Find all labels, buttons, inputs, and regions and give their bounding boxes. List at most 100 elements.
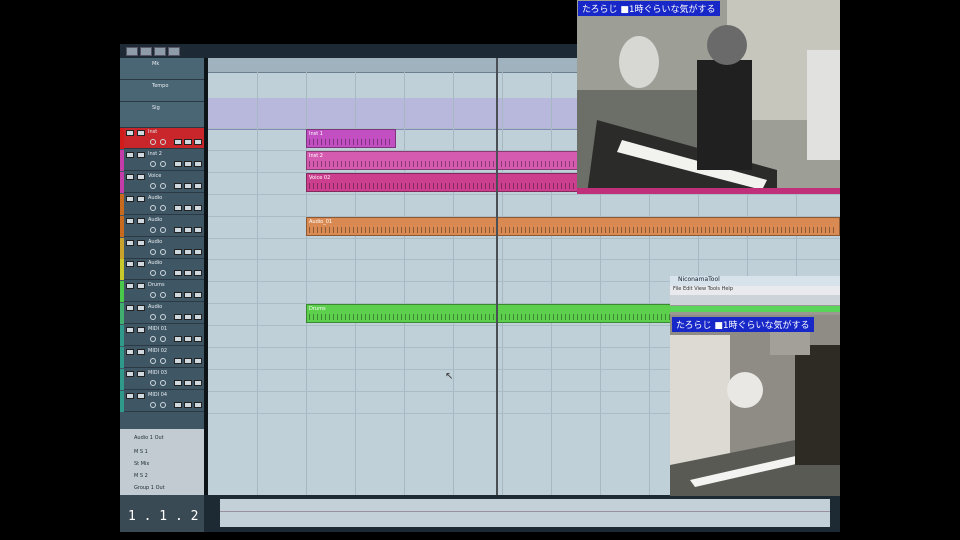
track-option-button[interactable]	[174, 160, 182, 167]
knob-icon[interactable]	[150, 401, 156, 408]
knob-icon[interactable]	[150, 160, 156, 167]
mixer-item[interactable]: St Mix	[134, 461, 149, 467]
track-option-button[interactable]	[174, 314, 182, 321]
mixer-item[interactable]: M S 2	[134, 473, 148, 479]
track-header[interactable]: MIDI 03	[120, 368, 204, 390]
track-header[interactable]: Audio	[120, 303, 204, 325]
track-option-button[interactable]	[174, 379, 182, 386]
knob-icon[interactable]	[160, 226, 166, 233]
track-name[interactable]: Audio	[148, 217, 200, 223]
track-option-button[interactable]	[174, 139, 182, 145]
solo-button[interactable]	[137, 130, 145, 136]
knob-icon[interactable]	[160, 401, 166, 408]
knob-icon[interactable]	[150, 182, 156, 189]
track-option-button[interactable]	[194, 160, 202, 167]
track-name[interactable]: Drums	[148, 282, 200, 288]
track-header[interactable]: Audio	[120, 193, 204, 215]
solo-button[interactable]	[137, 370, 145, 377]
toolbar-button[interactable]	[154, 47, 166, 56]
knob-icon[interactable]	[160, 314, 166, 321]
mute-button[interactable]	[126, 349, 134, 355]
track-name[interactable]: Voice	[148, 173, 200, 179]
mixer-item[interactable]: Group 1 Out	[134, 485, 165, 491]
solo-button[interactable]	[137, 327, 145, 334]
solo-button[interactable]	[137, 173, 145, 180]
knob-icon[interactable]	[150, 336, 156, 343]
solo-button[interactable]	[137, 392, 145, 399]
track-header[interactable]: Voice	[120, 171, 204, 193]
mute-button[interactable]	[126, 239, 134, 246]
track-option-button[interactable]	[184, 160, 192, 167]
track-option-button[interactable]	[184, 204, 192, 211]
knob-icon[interactable]	[150, 248, 156, 255]
mute-button[interactable]	[126, 151, 134, 158]
knob-icon[interactable]	[160, 182, 166, 189]
track-option-button[interactable]	[184, 314, 192, 321]
knob-icon[interactable]	[150, 139, 156, 145]
track-option-button[interactable]	[194, 336, 202, 343]
mute-button[interactable]	[126, 261, 134, 268]
knob-icon[interactable]	[150, 314, 156, 321]
mute-button[interactable]	[126, 327, 134, 334]
track-option-button[interactable]	[184, 139, 192, 145]
track-name[interactable]: MIDI 04	[148, 392, 200, 398]
track-option-button[interactable]	[174, 204, 182, 211]
track-option-button[interactable]	[194, 401, 202, 408]
knob-icon[interactable]	[160, 160, 166, 167]
solo-button[interactable]	[137, 261, 145, 268]
track-name[interactable]: Audio	[148, 195, 200, 201]
track-header[interactable]: Audio	[120, 215, 204, 237]
track-header[interactable]: Drums	[120, 281, 204, 303]
solo-button[interactable]	[137, 195, 145, 202]
track-option-button[interactable]	[184, 292, 192, 299]
track-name[interactable]: Audio	[148, 239, 200, 245]
knob-icon[interactable]	[160, 358, 166, 364]
knob-icon[interactable]	[160, 248, 166, 255]
track-option-button[interactable]	[194, 379, 202, 386]
knob-icon[interactable]	[160, 204, 166, 211]
toolbar-button[interactable]	[140, 47, 152, 56]
mute-button[interactable]	[126, 370, 134, 377]
track-option-button[interactable]	[184, 401, 192, 408]
mute-button[interactable]	[126, 392, 134, 399]
track-option-button[interactable]	[194, 182, 202, 189]
track-option-button[interactable]	[194, 248, 202, 255]
solo-button[interactable]	[137, 217, 145, 224]
track-option-button[interactable]	[194, 139, 202, 145]
toolbar-button[interactable]	[126, 47, 138, 56]
solo-button[interactable]	[137, 349, 145, 355]
overview-strip[interactable]	[220, 499, 830, 527]
knob-icon[interactable]	[160, 139, 166, 145]
window-toolbar[interactable]	[670, 295, 840, 305]
track-header[interactable]: MIDI 02	[120, 347, 204, 368]
track-option-button[interactable]	[174, 292, 182, 299]
track-option-button[interactable]	[184, 358, 192, 364]
toolbar-button[interactable]	[168, 47, 180, 56]
track-name[interactable]: MIDI 01	[148, 326, 200, 332]
track-option-button[interactable]	[174, 226, 182, 233]
track-option-button[interactable]	[194, 270, 202, 277]
knob-icon[interactable]	[150, 204, 156, 211]
knob-icon[interactable]	[160, 270, 166, 277]
track-option-button[interactable]	[194, 314, 202, 321]
window-menu[interactable]: File Edit View Tools Help	[670, 286, 840, 295]
track-option-button[interactable]	[174, 248, 182, 255]
mixer-item[interactable]: M S 1	[134, 449, 148, 455]
track-header[interactable]: MIDI 04	[120, 390, 204, 412]
clip[interactable]: Audio_01	[306, 216, 840, 236]
track-option-button[interactable]	[184, 226, 192, 233]
playhead[interactable]	[496, 58, 498, 495]
track-option-button[interactable]	[174, 401, 182, 408]
knob-icon[interactable]	[150, 358, 156, 364]
solo-button[interactable]	[137, 283, 145, 290]
knob-icon[interactable]	[150, 226, 156, 233]
track-name[interactable]: Audio	[148, 260, 200, 266]
track-option-button[interactable]	[194, 204, 202, 211]
track-name[interactable]: MIDI 02	[148, 348, 200, 354]
track-header[interactable]: Inst 2	[120, 149, 204, 171]
knob-icon[interactable]	[160, 336, 166, 343]
track-option-button[interactable]	[184, 248, 192, 255]
solo-button[interactable]	[137, 305, 145, 312]
track-option-button[interactable]	[174, 358, 182, 364]
mute-button[interactable]	[126, 305, 134, 312]
